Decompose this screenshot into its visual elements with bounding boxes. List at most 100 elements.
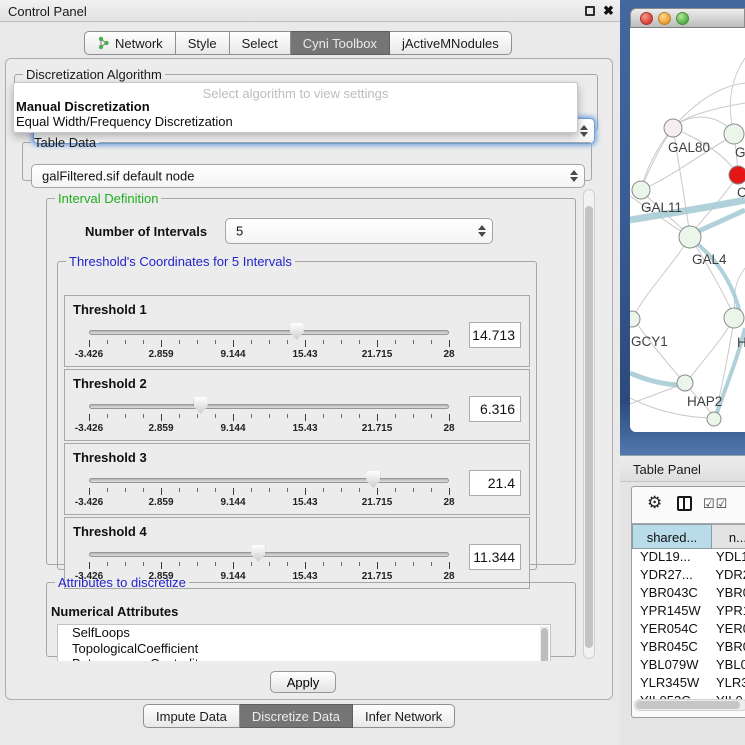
slider-track[interactable] — [89, 552, 449, 557]
tab-select[interactable]: Select — [230, 31, 291, 55]
slider-thumb[interactable] — [194, 397, 208, 414]
attributes-list-scrollbar[interactable] — [540, 626, 549, 661]
number-of-intervals-combobox[interactable]: 5 — [225, 218, 493, 244]
node-partial-top-right[interactable] — [724, 124, 744, 144]
network-edge-highlighted[interactable] — [630, 373, 678, 385]
minimize-traffic-light-icon[interactable] — [658, 12, 671, 25]
tab-network[interactable]: Network — [84, 31, 176, 55]
column-header-1[interactable]: shared... — [632, 524, 712, 549]
network-edge[interactable] — [634, 237, 690, 316]
interval-definition-group-title: Interval Definition — [55, 191, 161, 206]
node-label-gal4: GAL4 — [692, 252, 727, 267]
number-of-intervals-value: 5 — [236, 224, 243, 239]
node-partial-right[interactable] — [724, 308, 744, 328]
close-traffic-light-icon[interactable] — [640, 12, 653, 25]
cyni-toolbox-panel: Discretization Algorithm Select algorith… — [5, 58, 613, 700]
slider-track[interactable] — [89, 404, 449, 409]
network-edge[interactable] — [634, 320, 682, 380]
threshold-value-field[interactable]: 11.344 — [469, 544, 521, 570]
tab-cyni-toolbox[interactable]: Cyni Toolbox — [291, 31, 390, 55]
tab-label: Cyni Toolbox — [303, 36, 377, 51]
node-label-gcy1: GCY1 — [631, 334, 668, 349]
tick-mark — [269, 562, 270, 566]
attribute-item-selfloops[interactable]: SelfLoops — [58, 625, 550, 641]
tick-label: 9.144 — [220, 423, 245, 434]
table-row[interactable]: YER054CYER0 — [632, 621, 745, 639]
node-gal11[interactable] — [632, 181, 650, 199]
tab-discretize-data[interactable]: Discretize Data — [240, 704, 353, 728]
tick-mark — [107, 562, 108, 566]
tick-mark — [197, 340, 198, 344]
select-columns-icon[interactable]: ☑☑ — [703, 496, 728, 512]
network-canvas[interactable]: GAL80GAGAL11CGAL4GCY1HHAP2 — [630, 28, 745, 432]
cell-shared-name: YER054C — [632, 621, 712, 639]
attribute-item-topologicalcoefficient[interactable]: TopologicalCoefficient — [58, 641, 550, 657]
zoom-traffic-light-icon[interactable] — [676, 12, 689, 25]
cell-shared-name: YDR27... — [632, 567, 711, 585]
tab-impute-data[interactable]: Impute Data — [143, 704, 240, 728]
tick-mark — [377, 562, 378, 569]
table-row[interactable]: YDL19...YDL1 — [632, 549, 745, 567]
tick-mark — [449, 414, 450, 421]
tick-mark — [107, 488, 108, 492]
tick-mark — [395, 340, 396, 344]
tab-jactivemnodules[interactable]: jActiveMNodules — [390, 31, 512, 55]
table-row[interactable]: YBR043CYBR0 — [632, 585, 745, 603]
table-data-combobox[interactable]: galFiltered.sif default node — [31, 164, 585, 188]
tick-mark — [413, 562, 414, 566]
settings-scroll-area: Interval Definition Number of Intervals … — [16, 187, 582, 661]
node-partial-bottom[interactable] — [707, 412, 721, 426]
slider-track[interactable] — [89, 330, 449, 335]
network-window-titlebar[interactable] — [630, 8, 745, 28]
settings-scrollbar[interactable] — [583, 189, 595, 659]
node-red-selected[interactable] — [729, 166, 745, 184]
tick-mark — [143, 562, 144, 566]
tick-label: 21.715 — [362, 349, 393, 360]
table-row[interactable]: YPR145WYPR1 — [632, 603, 745, 621]
tick-mark — [287, 488, 288, 492]
table-data-selected-value: galFiltered.sif default node — [42, 169, 194, 184]
slider-thumb[interactable] — [366, 471, 380, 488]
tick-mark — [107, 340, 108, 344]
node-gcy1[interactable] — [630, 311, 640, 327]
tick-mark — [107, 414, 108, 418]
threshold-value-field[interactable]: 21.4 — [469, 470, 521, 496]
tab-style[interactable]: Style — [176, 31, 230, 55]
tick-mark — [125, 340, 126, 344]
apply-button[interactable]: Apply — [270, 671, 336, 693]
algorithm-option-equal-width-frequency-discretization[interactable]: Equal Width/Frequency Discretization — [14, 114, 577, 129]
table-horizontal-scrollbar[interactable] — [634, 699, 745, 711]
tick-mark — [305, 562, 306, 569]
network-edge[interactable] — [730, 58, 745, 133]
threshold-value-field[interactable]: 6.316 — [469, 396, 521, 422]
slider-thumb[interactable] — [251, 545, 265, 562]
node-gal4[interactable] — [679, 226, 701, 248]
tick-mark — [359, 414, 360, 418]
float-window-icon[interactable] — [585, 6, 595, 16]
table-row[interactable]: YBL079WYBL0 — [632, 657, 745, 675]
algorithm-option-manual-discretization[interactable]: Manual Discretization — [14, 99, 577, 114]
column-header-2[interactable]: n... — [712, 524, 745, 549]
tick-label: 2.859 — [148, 349, 173, 360]
slider-thumb[interactable] — [290, 323, 304, 340]
attribute-item-betweennesscentrality[interactable]: BetweennessCentrality — [58, 656, 550, 661]
tab-label: Select — [242, 36, 278, 51]
close-icon[interactable]: ✖ — [603, 3, 614, 19]
gear-icon[interactable]: ⚙ — [647, 493, 662, 513]
threshold-value-field[interactable]: 14.713 — [469, 322, 521, 348]
node-gal80[interactable] — [664, 119, 682, 137]
slider-track[interactable] — [89, 478, 449, 483]
tick-mark — [269, 414, 270, 418]
network-edge-highlighted[interactable] — [692, 210, 745, 234]
node-hap2[interactable] — [677, 375, 693, 391]
network-edge[interactable] — [641, 128, 673, 190]
table-row[interactable]: YLR345WYLR3 — [632, 675, 745, 693]
network-edge[interactable] — [688, 318, 734, 380]
network-edge-highlighted[interactable] — [693, 240, 740, 313]
table-row[interactable]: YDR27...YDR2 — [632, 567, 745, 585]
numerical-attributes-list[interactable]: SelfLoopsTopologicalCoefficientBetweenne… — [57, 624, 551, 661]
tab-infer-network[interactable]: Infer Network — [353, 704, 455, 728]
table-row[interactable]: YBR045CYBR0 — [632, 639, 745, 657]
columns-layout-icon[interactable] — [677, 496, 692, 511]
cell-name: YDL1 — [712, 549, 745, 567]
